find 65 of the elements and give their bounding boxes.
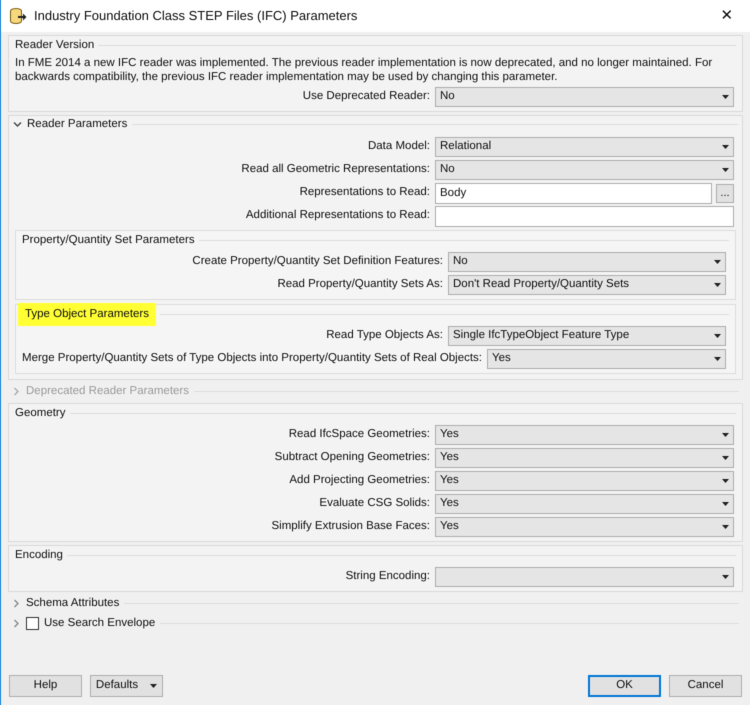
dropdown[interactable]: Single IfcTypeObject Feature Type — [448, 326, 726, 346]
field-label: Use Deprecated Reader: — [302, 89, 430, 104]
group-title: Type Object Parameters — [18, 302, 156, 326]
input-field[interactable]: Body — [435, 182, 712, 204]
caret-icon — [722, 95, 729, 99]
dropdown[interactable]: Yes — [435, 517, 734, 537]
dropdown[interactable]: Yes — [487, 349, 726, 369]
dropdown[interactable]: Yes — [435, 494, 734, 514]
browse-button[interactable]: ... — [716, 184, 734, 202]
caret-icon — [722, 168, 729, 172]
field-label: Simplify Extrusion Base Faces: — [270, 519, 430, 534]
field-label: Additional Representations to Read: — [244, 208, 430, 224]
field-label: Create Property/Quantity Set Definition Features: — [191, 254, 443, 270]
dropdown[interactable]: No — [435, 160, 734, 180]
caret-icon — [714, 260, 721, 264]
dropdown[interactable]: No — [435, 87, 734, 107]
menu-button[interactable]: Defaults — [90, 675, 163, 697]
caret-icon — [722, 456, 729, 460]
caret-icon — [714, 334, 721, 338]
group-title: Geometry — [15, 406, 66, 421]
dropdown[interactable]: Yes — [435, 425, 734, 445]
input-field[interactable] — [435, 206, 734, 226]
chevron-right-icon[interactable] — [12, 619, 21, 628]
caret-icon — [722, 575, 729, 579]
window-title: Industry Foundation Class STEP Files (IFC) Parameters — [34, 7, 358, 26]
caret-icon — [722, 433, 729, 437]
dropdown[interactable]: Yes — [435, 448, 734, 468]
caret-icon — [150, 684, 158, 688]
field-label: Subtract Opening Geometries: — [274, 450, 430, 466]
caret-icon — [714, 357, 721, 361]
field-label: Add Projecting Geometries: — [288, 473, 430, 488]
field-label: Data Model: — [366, 139, 430, 154]
caret-icon — [722, 145, 729, 149]
dropdown[interactable]: No — [448, 252, 726, 272]
group-title: Property/Quantity Set Parameters — [22, 232, 195, 248]
field-label: Read all Geometric Representations: — [240, 162, 430, 178]
field-label: Read Property/Quantity Sets As: — [276, 277, 443, 292]
caret-icon — [722, 525, 729, 529]
dialog-button[interactable]: OK — [588, 675, 661, 697]
database-arrow-icon — [9, 7, 27, 25]
dialog-button[interactable]: Cancel — [669, 675, 742, 697]
section-title[interactable]: Use Search Envelope — [44, 614, 156, 632]
field-label: Evaluate CSG Solids: — [318, 496, 430, 512]
group-title: Reader Version — [15, 38, 94, 53]
field-label: Read IfcSpace Geometries: — [288, 427, 430, 442]
dropdown[interactable]: Don't Read Property/Quantity Sets — [448, 275, 726, 295]
dropdown[interactable]: Yes — [435, 471, 734, 491]
section-title[interactable]: Schema Attributes — [26, 594, 120, 612]
field-label: String Encoding: — [344, 569, 430, 584]
caret-icon — [722, 479, 729, 483]
dropdown[interactable]: Relational — [435, 137, 734, 157]
group-title: Encoding — [15, 548, 63, 563]
caret-icon — [714, 283, 721, 287]
field-label: Representations to Read: — [298, 185, 430, 200]
caret-icon — [722, 502, 729, 506]
chevron-down-icon[interactable] — [13, 120, 22, 129]
description-text: In FME 2014 a new IFC reader was implemented. The previous reader implementation is now deprecated, and no longer maintained. For backwards compatibility, the previous IFC reader implementation may be used by changing this parameter. — [15, 56, 714, 84]
field-label: Read Type Objects As: — [325, 328, 443, 344]
chevron-right-icon[interactable] — [12, 599, 21, 608]
checkbox[interactable] — [26, 617, 39, 630]
field-label: Merge Property/Quantity Sets of Type Objects into Property/Quantity Sets of Real Objects: — [22, 351, 482, 366]
dropdown[interactable] — [435, 567, 734, 587]
section-title[interactable]: Reader Parameters — [27, 116, 128, 134]
dialog-button[interactable]: Help — [9, 675, 82, 697]
close-button[interactable]: ✕ — [712, 4, 742, 28]
